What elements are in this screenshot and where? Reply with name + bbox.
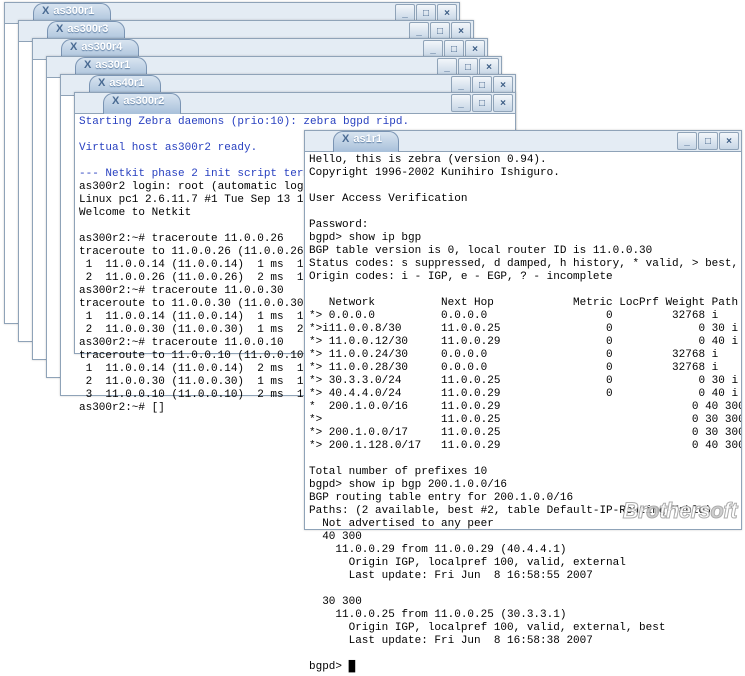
minimize-button[interactable]: _ — [451, 94, 471, 112]
maximize-button[interactable]: □ — [472, 94, 492, 112]
x-logo-icon: X — [342, 133, 349, 145]
maximize-button[interactable]: □ — [698, 132, 718, 150]
close-button[interactable]: × — [719, 132, 739, 150]
window-title: Xas1r1 — [333, 131, 399, 152]
window-buttons: _ □ × — [451, 94, 513, 112]
x-logo-icon: X — [98, 77, 105, 89]
close-button[interactable]: × — [493, 94, 513, 112]
window-buttons: _ □ × — [677, 132, 739, 150]
terminal-window-as1r1[interactable]: Xas1r1 _ □ × Hello, this is zebra (versi… — [304, 130, 742, 530]
window-title: Xas300r2 — [103, 93, 181, 114]
x-logo-icon: X — [70, 41, 77, 53]
terminal-output[interactable]: Hello, this is zebra (version 0.94). Cop… — [305, 152, 741, 676]
titlebar[interactable]: Xas1r1 _ □ × — [305, 131, 741, 152]
titlebar[interactable]: Xas300r2 _ □ × — [75, 93, 515, 114]
minimize-button[interactable]: _ — [677, 132, 697, 150]
x-logo-icon: X — [42, 5, 49, 17]
x-logo-icon: X — [112, 95, 119, 107]
x-logo-icon: X — [84, 59, 91, 71]
x-logo-icon: X — [56, 23, 63, 35]
